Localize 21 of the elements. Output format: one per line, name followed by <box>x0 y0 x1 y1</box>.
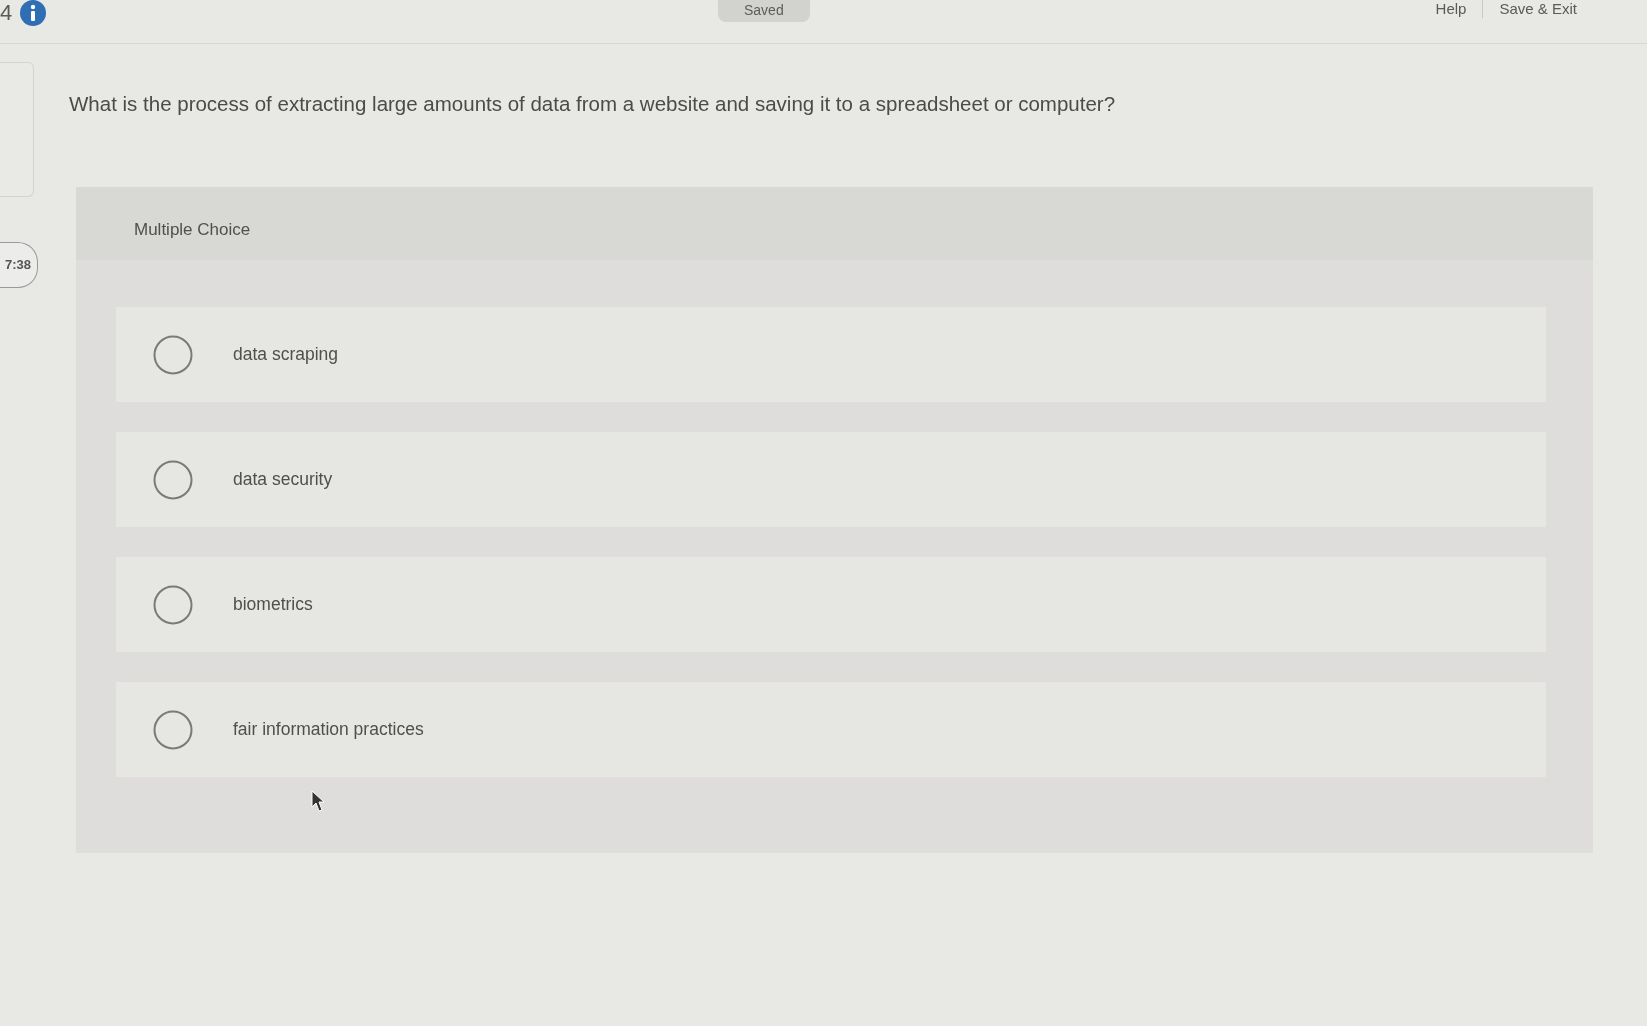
option-label: biometrics <box>233 593 313 617</box>
option-label: fair information practices <box>233 718 424 742</box>
radio-button-icon[interactable] <box>153 584 193 625</box>
answer-option[interactable]: data scraping <box>116 307 1546 402</box>
radio-button-icon[interactable] <box>153 334 193 375</box>
answer-option[interactable]: biometrics <box>116 557 1546 652</box>
option-label: data security <box>233 468 333 492</box>
question-type-label: Multiple Choice <box>134 220 251 239</box>
mouse-pointer-icon <box>311 790 325 812</box>
header-link[interactable]: Save & Exit <box>1499 0 1577 18</box>
question-text: What is the process of extracting large amounts of data from a website and saving it to a spreadsheet or computer? <box>69 91 1117 117</box>
info-icon[interactable] <box>20 0 47 26</box>
radio-button-icon[interactable] <box>153 459 193 500</box>
option-label: data scraping <box>233 343 339 367</box>
answer-option[interactable]: data security <box>116 432 1546 527</box>
question-number: 4 <box>0 2 13 24</box>
header-link[interactable]: Help <box>1435 0 1467 18</box>
radio-button-icon[interactable] <box>153 709 193 750</box>
timer: 7:38 <box>0 242 38 288</box>
save-status: Saved <box>718 0 810 22</box>
answer-option[interactable]: fair information practices <box>116 682 1546 777</box>
